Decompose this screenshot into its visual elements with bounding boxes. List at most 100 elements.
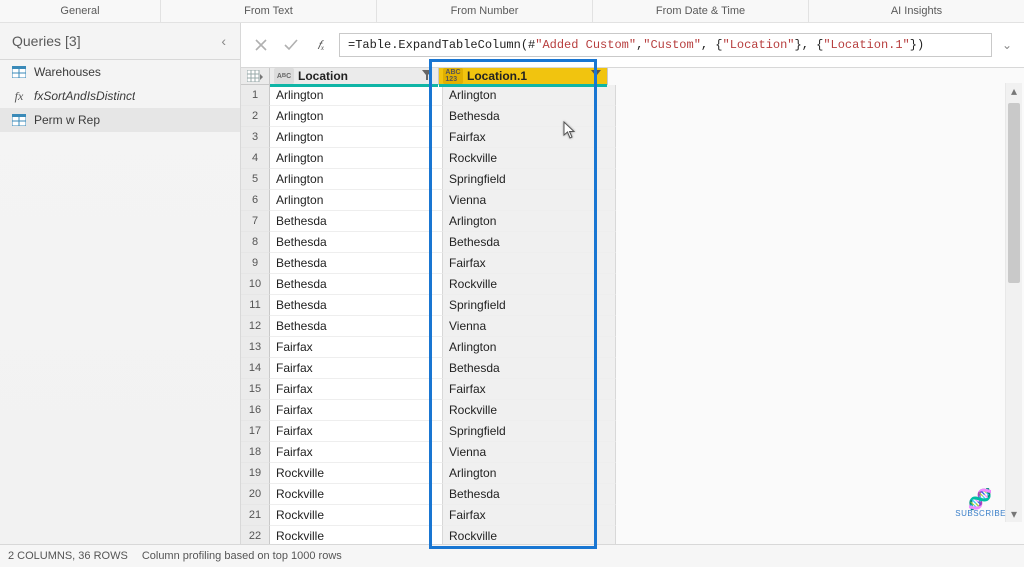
table-row[interactable]: 3ArlingtonFairfax	[241, 127, 616, 148]
cell-location1[interactable]: Fairfax	[443, 379, 616, 400]
cell-location[interactable]: Fairfax	[270, 400, 443, 421]
cell-location1[interactable]: Vienna	[443, 190, 616, 211]
row-number[interactable]: 13	[241, 337, 270, 358]
table-row[interactable]: 19RockvilleArlington	[241, 463, 616, 484]
cell-location[interactable]: Arlington	[270, 190, 443, 211]
row-number[interactable]: 7	[241, 211, 270, 232]
type-text-icon[interactable]: ABC	[274, 68, 294, 84]
formula-input[interactable]: = Table.ExpandTableColumn ( # "Added Cus…	[339, 33, 992, 57]
row-number[interactable]: 4	[241, 148, 270, 169]
row-number[interactable]: 14	[241, 358, 270, 379]
table-row[interactable]: 14FairfaxBethesda	[241, 358, 616, 379]
row-number[interactable]: 6	[241, 190, 270, 211]
table-row[interactable]: 21RockvilleFairfax	[241, 505, 616, 526]
query-item-fxsortandisdistinct[interactable]: fxfxSortAndIsDistinct	[0, 84, 240, 108]
column-header-location[interactable]: ABC Location	[270, 68, 439, 85]
cell-location[interactable]: Fairfax	[270, 337, 443, 358]
ribbon-tab-ai-insights[interactable]: AI Insights	[809, 0, 1024, 22]
row-number[interactable]: 16	[241, 400, 270, 421]
row-number[interactable]: 11	[241, 295, 270, 316]
query-item-warehouses[interactable]: Warehouses	[0, 60, 240, 84]
table-row[interactable]: 18FairfaxVienna	[241, 442, 616, 463]
cell-location1[interactable]: Arlington	[443, 85, 616, 106]
scrollbar-thumb[interactable]	[1008, 103, 1020, 283]
filter-icon[interactable]	[420, 69, 434, 83]
cell-location1[interactable]: Bethesda	[443, 232, 616, 253]
table-row[interactable]: 4ArlingtonRockville	[241, 148, 616, 169]
cancel-formula-button[interactable]	[249, 33, 273, 57]
cell-location1[interactable]: Springfield	[443, 421, 616, 442]
table-row[interactable]: 5ArlingtonSpringfield	[241, 169, 616, 190]
vertical-scrollbar[interactable]: ▴ ▾	[1005, 83, 1022, 522]
cell-location1[interactable]: Rockville	[443, 400, 616, 421]
row-number[interactable]: 1	[241, 85, 270, 106]
query-item-perm-w-rep[interactable]: Perm w Rep	[0, 108, 240, 132]
ribbon-tab-from-text[interactable]: From Text	[161, 0, 377, 22]
cell-location[interactable]: Fairfax	[270, 379, 443, 400]
filter-icon[interactable]	[589, 69, 603, 83]
table-row[interactable]: 8BethesdaBethesda	[241, 232, 616, 253]
row-number[interactable]: 2	[241, 106, 270, 127]
cell-location1[interactable]: Rockville	[443, 148, 616, 169]
cell-location1[interactable]: Arlington	[443, 211, 616, 232]
row-number[interactable]: 3	[241, 127, 270, 148]
row-number[interactable]: 9	[241, 253, 270, 274]
row-number[interactable]: 12	[241, 316, 270, 337]
type-any-icon[interactable]: ABC123	[443, 68, 463, 84]
column-header-location1[interactable]: ABC123 Location.1	[439, 68, 608, 85]
row-number[interactable]: 19	[241, 463, 270, 484]
cell-location1[interactable]: Bethesda	[443, 106, 616, 127]
cell-location1[interactable]: Bethesda	[443, 358, 616, 379]
table-row[interactable]: 17FairfaxSpringfield	[241, 421, 616, 442]
cell-location1[interactable]: Fairfax	[443, 253, 616, 274]
row-number[interactable]: 8	[241, 232, 270, 253]
table-row[interactable]: 13FairfaxArlington	[241, 337, 616, 358]
table-row[interactable]: 12BethesdaVienna	[241, 316, 616, 337]
cell-location[interactable]: Bethesda	[270, 274, 443, 295]
table-row[interactable]: 20RockvilleBethesda	[241, 484, 616, 505]
row-number[interactable]: 17	[241, 421, 270, 442]
table-row[interactable]: 2ArlingtonBethesda	[241, 106, 616, 127]
cell-location[interactable]: Fairfax	[270, 358, 443, 379]
ribbon-tab-general[interactable]: General	[0, 0, 161, 22]
cell-location[interactable]: Bethesda	[270, 232, 443, 253]
cell-location1[interactable]: Arlington	[443, 337, 616, 358]
cell-location[interactable]: Rockville	[270, 463, 443, 484]
ribbon-tab-from-datetime[interactable]: From Date & Time	[593, 0, 809, 22]
cell-location1[interactable]: Bethesda	[443, 484, 616, 505]
cell-location1[interactable]: Vienna	[443, 316, 616, 337]
scroll-up-icon[interactable]: ▴	[1006, 83, 1022, 99]
row-number[interactable]: 22	[241, 526, 270, 544]
expand-formula-icon[interactable]: ⌄	[998, 38, 1016, 52]
row-number[interactable]: 15	[241, 379, 270, 400]
cell-location[interactable]: Rockville	[270, 505, 443, 526]
cell-location1[interactable]: Rockville	[443, 526, 616, 544]
cell-location[interactable]: Arlington	[270, 148, 443, 169]
cell-location[interactable]: Bethesda	[270, 253, 443, 274]
row-number[interactable]: 18	[241, 442, 270, 463]
subscribe-watermark[interactable]: 🧬 SUBSCRIBE	[955, 491, 1006, 518]
cell-location[interactable]: Rockville	[270, 484, 443, 505]
cell-location[interactable]: Bethesda	[270, 211, 443, 232]
row-number[interactable]: 10	[241, 274, 270, 295]
table-row[interactable]: 22RockvilleRockville	[241, 526, 616, 544]
table-row[interactable]: 7BethesdaArlington	[241, 211, 616, 232]
table-row[interactable]: 11BethesdaSpringfield	[241, 295, 616, 316]
cell-location1[interactable]: Springfield	[443, 169, 616, 190]
row-number[interactable]: 5	[241, 169, 270, 190]
scroll-down-icon[interactable]: ▾	[1006, 506, 1022, 522]
table-row[interactable]: 10BethesdaRockville	[241, 274, 616, 295]
cell-location[interactable]: Fairfax	[270, 421, 443, 442]
cell-location1[interactable]: Arlington	[443, 463, 616, 484]
row-number[interactable]: 21	[241, 505, 270, 526]
cell-location1[interactable]: Vienna	[443, 442, 616, 463]
cell-location[interactable]: Arlington	[270, 85, 443, 106]
cell-location[interactable]: Arlington	[270, 169, 443, 190]
table-row[interactable]: 6ArlingtonVienna	[241, 190, 616, 211]
table-row[interactable]: 16FairfaxRockville	[241, 400, 616, 421]
table-row[interactable]: 15FairfaxFairfax	[241, 379, 616, 400]
cell-location1[interactable]: Rockville	[443, 274, 616, 295]
cell-location1[interactable]: Springfield	[443, 295, 616, 316]
accept-formula-button[interactable]	[279, 33, 303, 57]
fx-icon[interactable]: 𝑓ₓ	[309, 33, 333, 57]
